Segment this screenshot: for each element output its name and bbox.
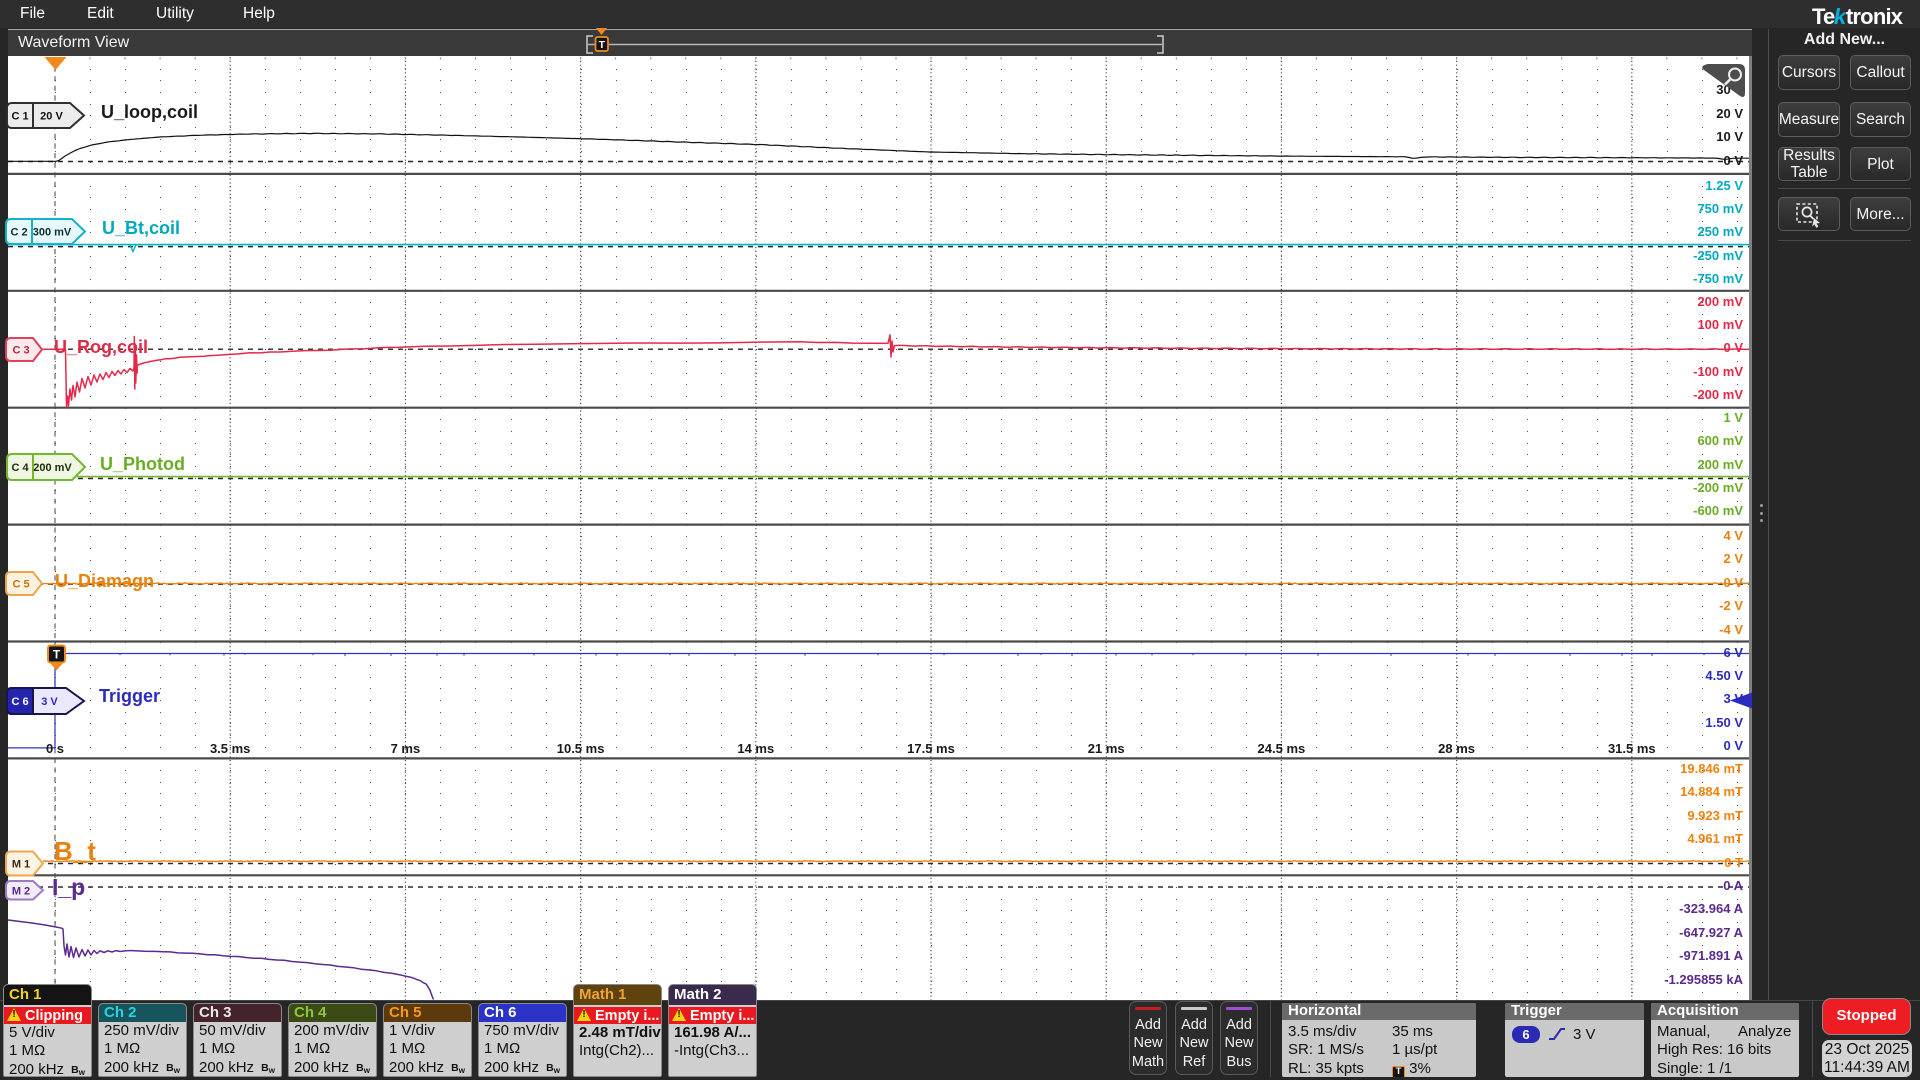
svg-text:200 mV: 200 mV [33,462,72,474]
svg-text:C 6: C 6 [11,696,28,708]
svg-text:20 V: 20 V [40,111,63,123]
svg-text:300 mV: 300 mV [33,227,72,239]
svg-text:M 1: M 1 [12,859,30,871]
svg-text:T: T [599,39,606,51]
svg-text:M 2: M 2 [12,885,30,897]
svg-text:C 3: C 3 [12,345,29,357]
svg-text:T: T [53,648,61,662]
svg-text:C 4: C 4 [11,462,29,474]
svg-text:3 V: 3 V [41,696,58,708]
svg-text:C 5: C 5 [12,579,29,591]
svg-text:C 1: C 1 [11,111,28,123]
svg-text:C 2: C 2 [10,227,27,239]
